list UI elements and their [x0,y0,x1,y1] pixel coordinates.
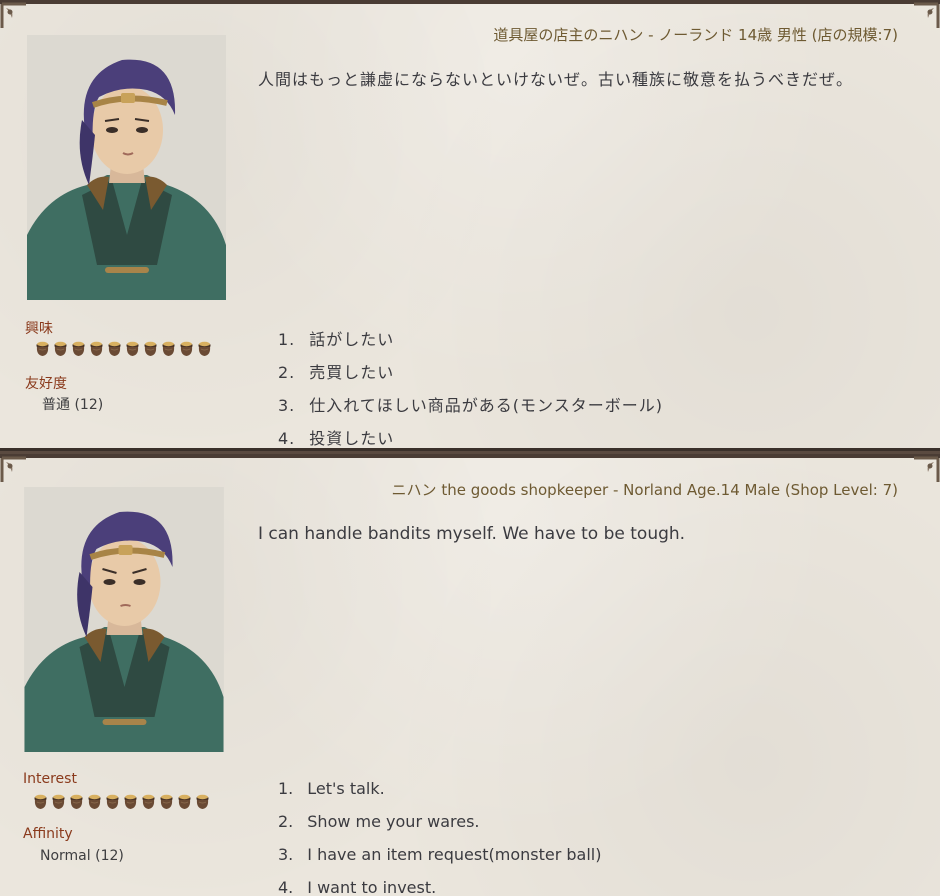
affinity-label: 友好度 [25,376,67,392]
character-portrait [24,487,224,752]
interest-pot-icon [108,341,121,356]
dialogue-panel-japanese: 道具屋の店主のニハン - ノーランド 14歳 男性 (店の規模:7) 興味 友好… [0,0,940,451]
interest-label: Interest [23,771,77,787]
choice-number: 2. [278,812,294,831]
interest-pot-icon [52,794,65,809]
choice-number: 1. [278,330,296,349]
interest-pot-icon [162,341,175,356]
corner-ornament-icon [914,2,940,28]
choice-label: I want to invest. [307,878,437,896]
choice-number: 4. [278,878,294,896]
interest-pot-icon [196,794,209,809]
corner-ornament-icon [0,456,26,482]
choice-item-request[interactable]: 3. 仕入れてほしい商品がある(モンスターボール) [278,392,663,416]
interest-pot-icon [160,794,173,809]
interest-label: 興味 [25,321,53,337]
interest-pot-icon [88,794,101,809]
npc-dialogue-text: 人間はもっと謙虚にならないといけないぜ。古い種族に敬意を払うべきだぜ。 [258,70,854,89]
interest-pot-icon [144,341,157,356]
choice-number: 4. [278,429,296,448]
choice-number: 2. [278,363,296,382]
interest-pot-icon [126,341,139,356]
choice-item-request[interactable]: 3. I have an item request(monster ball) [278,845,601,864]
choice-label: 売買したい [309,363,395,382]
interest-pot-icon [106,794,119,809]
interest-pot-icon [198,341,211,356]
choice-number: 3. [278,845,294,864]
interest-pot-icon [90,341,103,356]
choice-trade[interactable]: 2. 売買したい [278,359,394,383]
choice-label: Show me your wares. [307,812,480,831]
character-header: ニハン the goods shopkeeper - Norland Age.1… [391,481,898,499]
corner-ornament-icon [0,2,26,28]
interest-pot-icon [70,794,83,809]
choice-number: 1. [278,779,294,798]
choice-invest[interactable]: 4. 投資したい [278,425,395,448]
frame-top-band [0,0,940,4]
choice-number: 3. [278,396,296,415]
affinity-value: 普通 (12) [42,397,104,413]
choice-talk[interactable]: 1. Let's talk. [278,779,385,798]
npc-dialogue-text: I can handle bandits myself. We have to … [258,524,686,544]
frame-top-band [0,454,940,458]
choice-label: 仕入れてほしい商品がある(モンスターボール) [309,396,663,415]
interest-pot-icon [142,794,155,809]
interest-pot-icon [72,341,85,356]
corner-ornament-icon [914,456,940,482]
affinity-label: Affinity [23,826,73,842]
affinity-value: Normal (12) [40,848,124,864]
choice-invest[interactable]: 4. I want to invest. [278,878,436,896]
character-header: 道具屋の店主のニハン - ノーランド 14歳 男性 (店の規模:7) [493,26,898,44]
choice-label: 話がしたい [309,330,395,349]
choice-trade[interactable]: 2. Show me your wares. [278,812,479,831]
interest-pot-icon [180,341,193,356]
choice-label: I have an item request(monster ball) [307,845,602,864]
choice-label: 投資したい [309,429,395,448]
interest-meter [34,340,213,357]
dialogue-panel-english: ニハン the goods shopkeeper - Norland Age.1… [0,451,940,896]
choice-talk[interactable]: 1. 話がしたい [278,326,394,350]
interest-pot-icon [36,341,49,356]
interest-pot-icon [54,341,67,356]
interest-pot-icon [178,794,191,809]
choice-label: Let's talk. [307,779,385,798]
character-portrait [27,35,226,300]
interest-meter [32,793,211,810]
interest-pot-icon [34,794,47,809]
interest-pot-icon [124,794,137,809]
